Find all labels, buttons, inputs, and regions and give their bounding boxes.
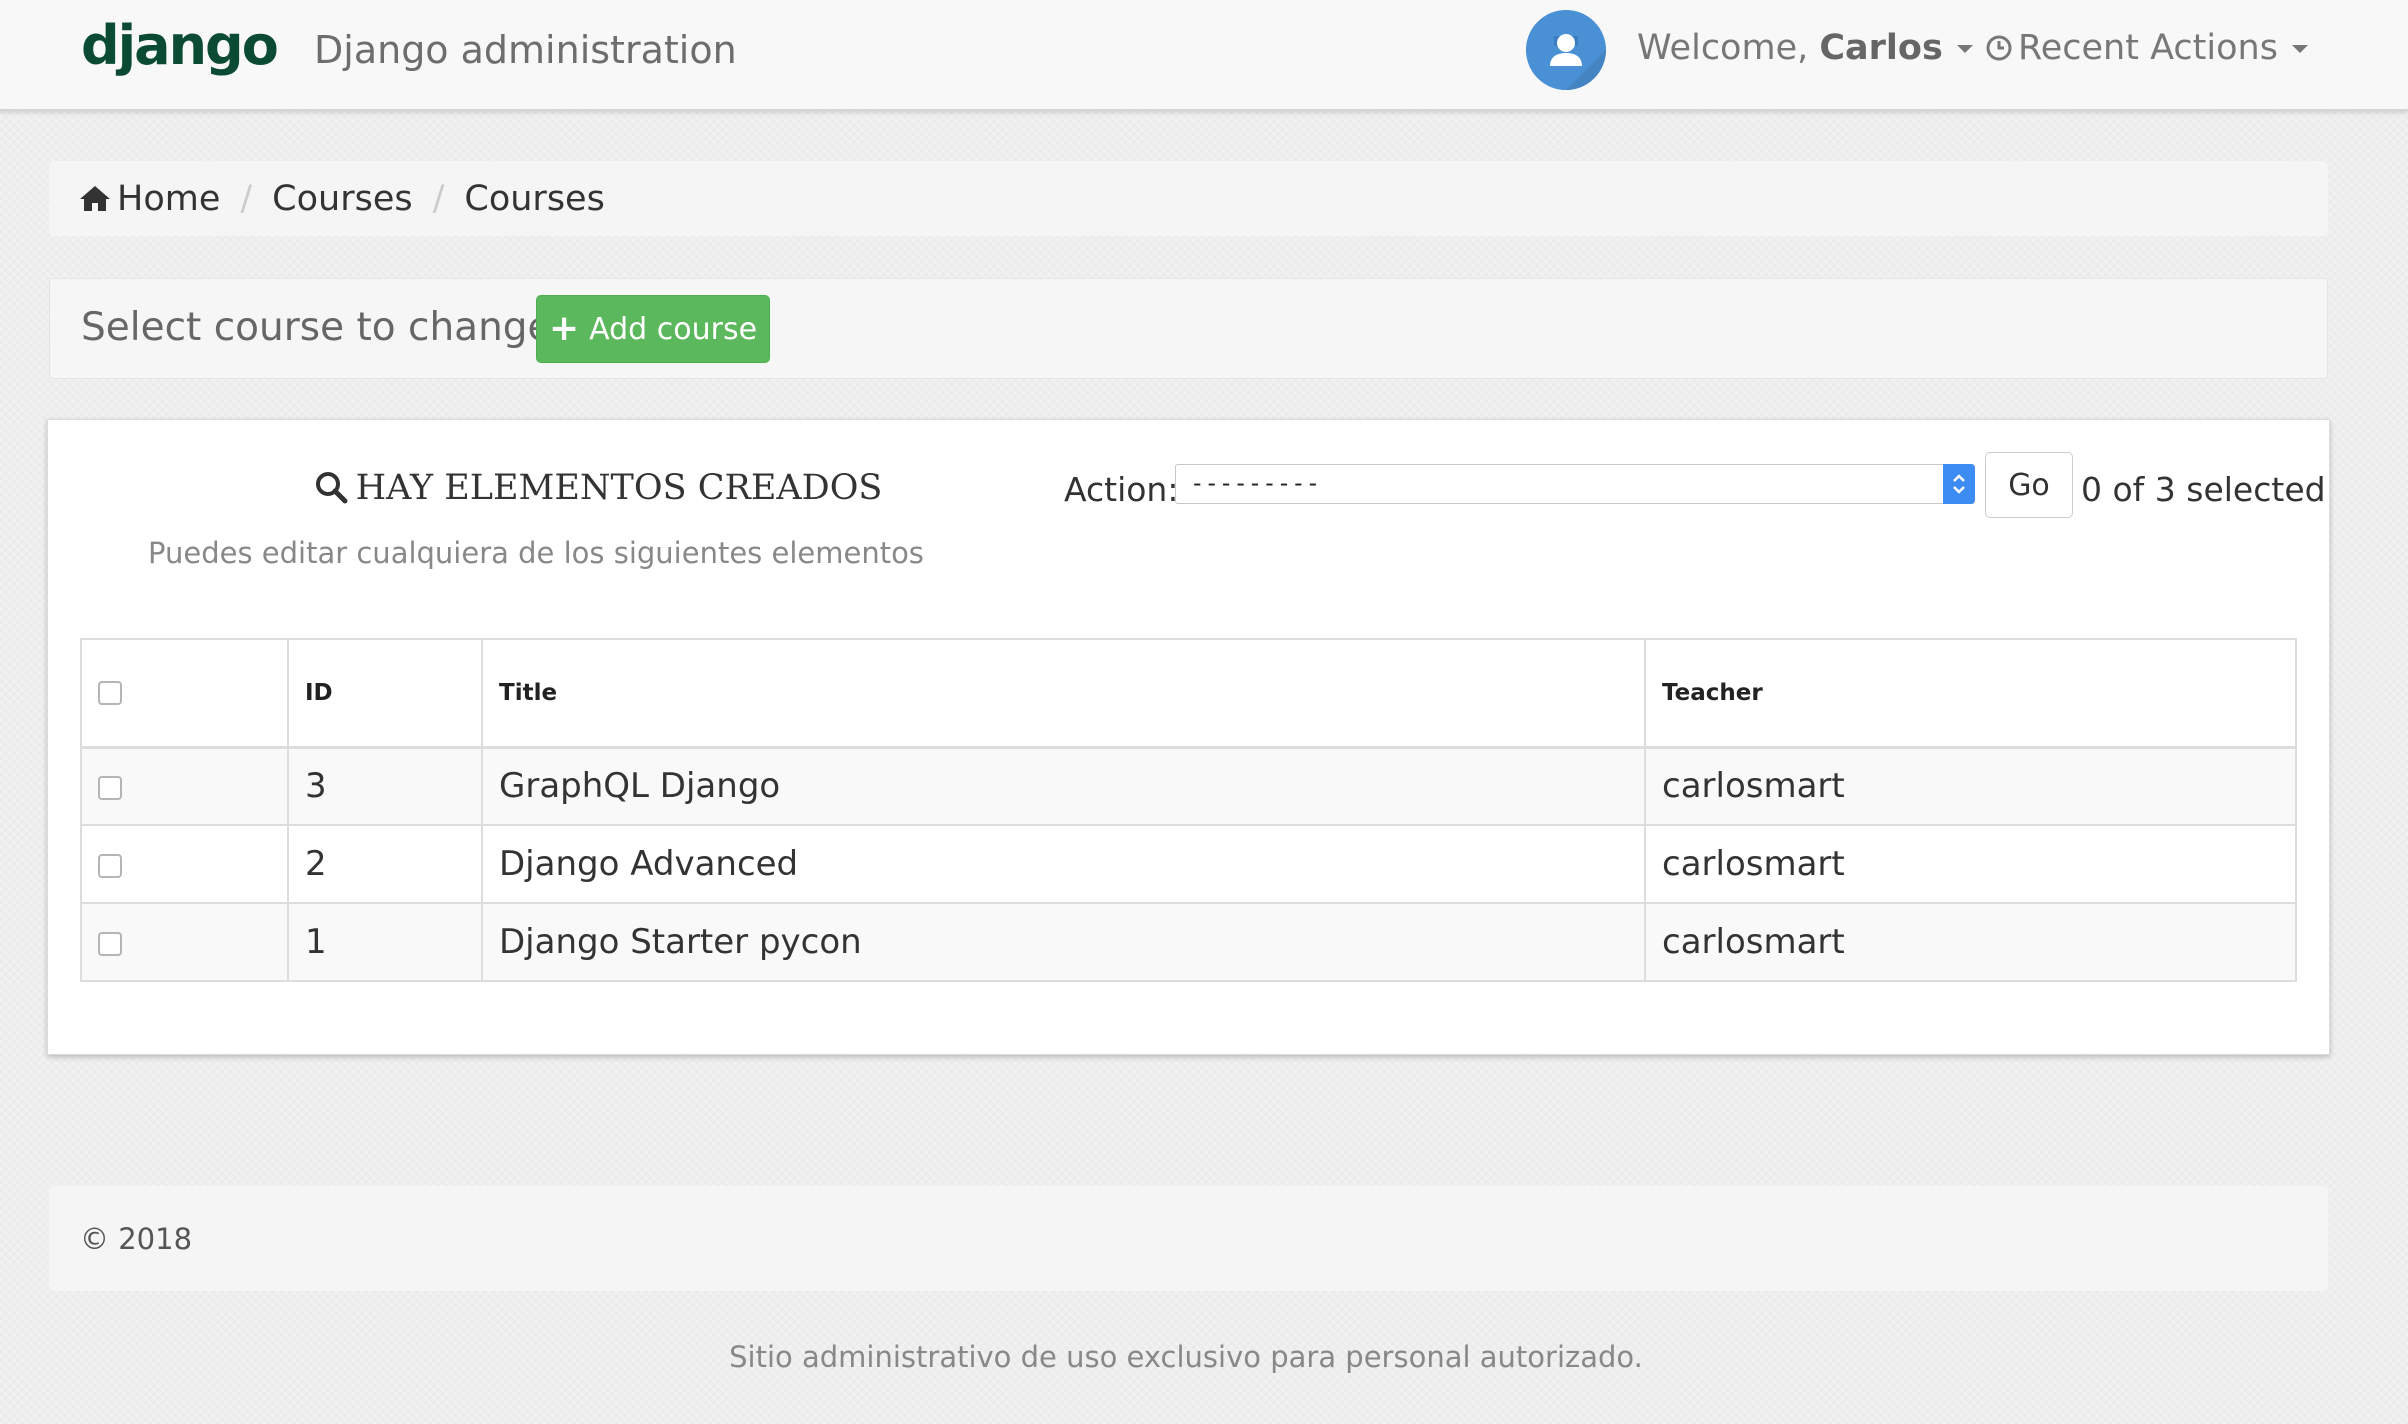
caret-down-icon xyxy=(1956,45,1973,53)
changelist-panel: HAY ELEMENTOS CREADOS Puedes editar cual… xyxy=(47,419,2330,1055)
table-header-row: ID Title Teacher xyxy=(80,638,2297,749)
select-arrows-icon xyxy=(1943,464,1975,504)
row-select-cell xyxy=(80,902,289,982)
breadcrumb-separator: / xyxy=(432,178,445,219)
cell-title: GraphQL Django xyxy=(481,746,1646,826)
column-header-teacher[interactable]: Teacher xyxy=(1644,638,2297,749)
footer-note: Sitio administrativo de uso exclusivo pa… xyxy=(729,1340,1643,1374)
breadcrumb: Home / Courses / Courses xyxy=(49,161,2328,236)
row-select-cell xyxy=(80,746,289,826)
breadcrumb-separator: / xyxy=(240,178,253,219)
footer-panel: © 2018 xyxy=(49,1186,2328,1291)
table-row: 3 GraphQL Django carlosmart xyxy=(80,746,2297,826)
add-course-button[interactable]: + Add course xyxy=(536,295,770,363)
page-title: Select course to change xyxy=(81,305,552,350)
top-navbar: django Django administration Welcome, Ca… xyxy=(0,0,2408,111)
row-checkbox[interactable] xyxy=(98,931,122,956)
add-course-label: Add course xyxy=(589,311,758,347)
changelist-heading: HAY ELEMENTOS CREADOS xyxy=(308,468,888,508)
cell-id[interactable]: 3 xyxy=(287,746,483,826)
table-row: 1 Django Starter pycon carlosmart xyxy=(80,902,2297,982)
recent-actions-menu[interactable]: Recent Actions xyxy=(1984,28,2308,68)
results-table: ID Title Teacher 3 GraphQL Django carlos… xyxy=(80,638,2297,982)
column-header-title[interactable]: Title xyxy=(481,638,1646,749)
column-header-id[interactable]: ID xyxy=(287,638,483,749)
row-checkbox[interactable] xyxy=(98,853,122,878)
changelist-subheading: Puedes editar cualquiera de los siguient… xyxy=(148,536,924,570)
site-title[interactable]: Django administration xyxy=(314,28,737,72)
django-logo[interactable]: django xyxy=(81,14,279,77)
breadcrumb-home[interactable]: Home xyxy=(79,179,220,219)
plus-icon: + xyxy=(548,308,580,349)
breadcrumb-home-label: Home xyxy=(117,178,221,219)
changelist-heading-text: HAY ELEMENTOS CREADOS xyxy=(355,468,883,508)
cell-title: Django Starter pycon xyxy=(481,902,1646,982)
recent-actions-label: Recent Actions xyxy=(2018,28,2278,68)
go-button[interactable]: Go xyxy=(1985,452,2073,518)
action-label: Action: xyxy=(1064,470,1179,509)
home-icon xyxy=(80,185,110,211)
table-row: 2 Django Advanced carlosmart xyxy=(80,824,2297,904)
cell-teacher: carlosmart xyxy=(1644,902,2297,982)
cell-id[interactable]: 2 xyxy=(287,824,483,904)
copyright-text: © 2018 xyxy=(80,1221,193,1256)
breadcrumb-app-courses[interactable]: Courses xyxy=(272,179,412,219)
select-all-cell xyxy=(80,638,289,749)
select-all-checkbox[interactable] xyxy=(98,681,122,706)
cell-teacher: carlosmart xyxy=(1644,824,2297,904)
user-avatar[interactable] xyxy=(1526,10,1606,90)
user-menu[interactable]: Welcome, Carlos xyxy=(1637,28,1973,68)
search-icon xyxy=(315,472,348,504)
page-header-panel: Select course to change + Add course xyxy=(49,278,2328,379)
welcome-text: Welcome, xyxy=(1637,28,1820,68)
breadcrumb-model-courses: Courses xyxy=(464,178,605,219)
selection-counter: 0 of 3 selected xyxy=(2081,470,2326,509)
cell-teacher: carlosmart xyxy=(1644,746,2297,826)
clock-icon xyxy=(1986,35,2012,61)
action-select-value: --------- xyxy=(1190,469,1321,497)
caret-down-icon xyxy=(2291,45,2308,53)
cell-title: Django Advanced xyxy=(481,824,1646,904)
cell-id[interactable]: 1 xyxy=(287,902,483,982)
action-select[interactable]: --------- xyxy=(1175,464,1975,504)
row-checkbox[interactable] xyxy=(98,775,122,800)
user-icon xyxy=(1526,10,1606,90)
row-select-cell xyxy=(80,824,289,904)
user-name: Carlos xyxy=(1819,28,1943,68)
